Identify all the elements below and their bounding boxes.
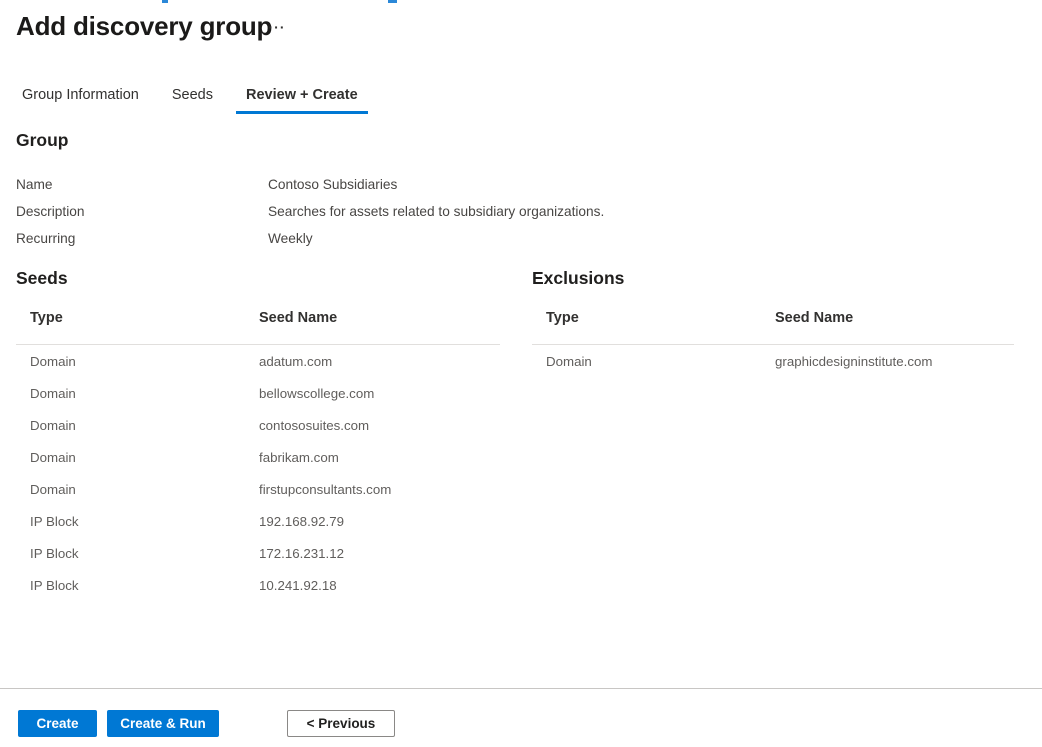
field-value-name: Contoso Subsidiaries [268, 177, 716, 192]
cell-type: Domain [16, 450, 259, 465]
group-summary-fields: Name Contoso Subsidiaries Description Se… [16, 171, 716, 252]
field-row: Description Searches for assets related … [16, 198, 716, 225]
field-label-recurring: Recurring [16, 231, 268, 246]
cell-type: Domain [16, 354, 259, 369]
create-and-run-button[interactable]: Create & Run [107, 710, 219, 737]
table-row: Domain adatum.com [16, 345, 500, 377]
breadcrumb-clipped-link[interactable] [388, 0, 397, 3]
cell-seed-name: 10.241.92.18 [259, 578, 500, 593]
more-options-button[interactable]: ··· [262, 14, 292, 40]
table-row: Domain graphicdesigninstitute.com [532, 345, 1014, 377]
cell-seed-name: 192.168.92.79 [259, 514, 500, 529]
table-row: Domain contososuites.com [16, 409, 500, 441]
footer-divider [0, 688, 1042, 689]
group-section-heading: Group [16, 130, 69, 151]
field-value-description: Searches for assets related to subsidiar… [268, 204, 716, 219]
cell-type: IP Block [16, 514, 259, 529]
tables-area: Seeds Type Seed Name Domain adatum.com D… [16, 268, 1014, 601]
column-header-seed-name: Seed Name [775, 310, 1014, 326]
cell-type: IP Block [16, 546, 259, 561]
table-row: Domain bellowscollege.com [16, 377, 500, 409]
field-value-recurring: Weekly [268, 231, 716, 246]
exclusions-table: Type Seed Name Domain graphicdesigninsti… [532, 310, 1014, 377]
field-row: Name Contoso Subsidiaries [16, 171, 716, 198]
cell-seed-name: graphicdesigninstitute.com [775, 354, 1014, 369]
column-header-type: Type [16, 310, 259, 326]
pivot-tabs: Group Information Seeds Review + Create [12, 84, 381, 114]
create-button[interactable]: Create [18, 710, 97, 737]
ellipsis-icon: ··· [269, 19, 286, 35]
seeds-section-heading: Seeds [16, 268, 500, 289]
exclusions-table-header: Type Seed Name [532, 310, 1014, 345]
cell-seed-name: contososuites.com [259, 418, 500, 433]
seeds-table-header: Type Seed Name [16, 310, 500, 345]
cell-type: Domain [16, 418, 259, 433]
previous-button[interactable]: < Previous [287, 710, 395, 737]
table-row: Domain fabrikam.com [16, 441, 500, 473]
tab-seeds[interactable]: Seeds [162, 84, 223, 114]
column-header-seed-name: Seed Name [259, 310, 500, 326]
field-label-description: Description [16, 204, 268, 219]
cell-seed-name: 172.16.231.12 [259, 546, 500, 561]
tab-review-create[interactable]: Review + Create [236, 84, 368, 114]
cell-type: Domain [532, 354, 775, 369]
cell-seed-name: firstupconsultants.com [259, 482, 500, 497]
breadcrumb-clipped-link[interactable] [162, 0, 168, 3]
tab-group-information[interactable]: Group Information [12, 84, 149, 114]
cell-type: Domain [16, 386, 259, 401]
seeds-section: Seeds Type Seed Name Domain adatum.com D… [16, 268, 500, 601]
exclusions-section-heading: Exclusions [532, 268, 1014, 289]
exclusions-section: Exclusions Type Seed Name Domain graphic… [532, 268, 1014, 601]
table-row: IP Block 172.16.231.12 [16, 537, 500, 569]
column-header-type: Type [532, 310, 775, 326]
cell-seed-name: bellowscollege.com [259, 386, 500, 401]
cell-type: Domain [16, 482, 259, 497]
table-row: IP Block 10.241.92.18 [16, 569, 500, 601]
table-row: IP Block 192.168.92.79 [16, 505, 500, 537]
table-row: Domain firstupconsultants.com [16, 473, 500, 505]
cell-seed-name: adatum.com [259, 354, 500, 369]
field-row: Recurring Weekly [16, 225, 716, 252]
seeds-table: Type Seed Name Domain adatum.com Domain … [16, 310, 500, 601]
field-label-name: Name [16, 177, 268, 192]
cell-type: IP Block [16, 578, 259, 593]
page-title: Add discovery group [16, 11, 272, 42]
cell-seed-name: fabrikam.com [259, 450, 500, 465]
